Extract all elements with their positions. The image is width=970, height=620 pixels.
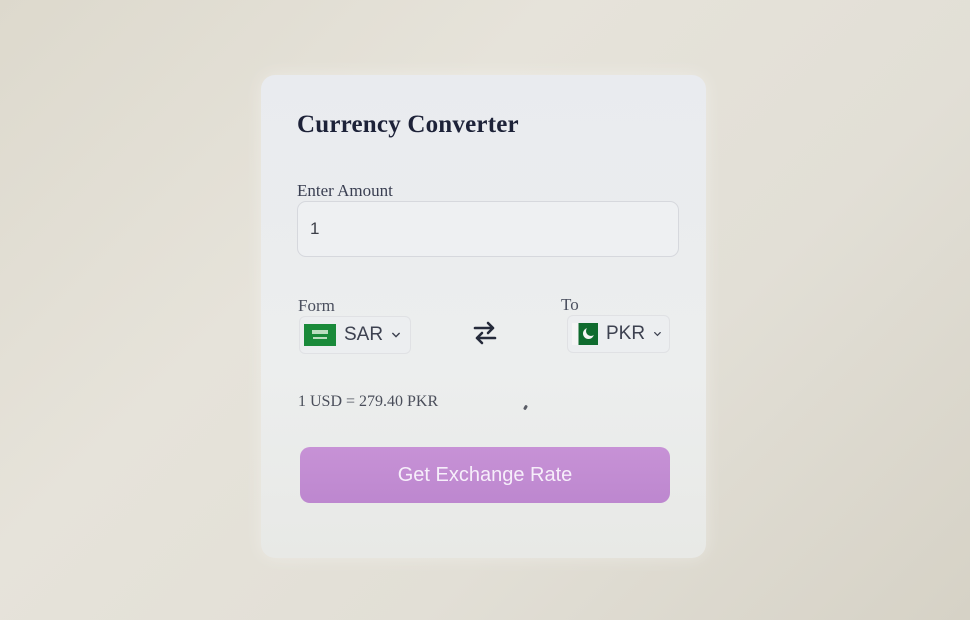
chevron-down-icon xyxy=(654,331,661,337)
get-exchange-rate-button[interactable]: Get Exchange Rate xyxy=(300,447,670,503)
chevron-down-icon xyxy=(392,332,400,338)
to-label: To xyxy=(561,295,579,314)
to-currency-code: PKR xyxy=(606,323,646,344)
converter-card: Currency Converter Enter Amount Form SAR… xyxy=(261,75,706,558)
to-currency-select[interactable]: PKR xyxy=(567,315,670,353)
saudi-arabia-flag-icon xyxy=(304,324,336,346)
from-label: Form xyxy=(298,296,335,315)
page-title: Currency Converter xyxy=(297,111,519,138)
cursor-mark xyxy=(522,404,529,411)
from-currency-select[interactable]: SAR xyxy=(299,316,411,354)
pakistan-flag-icon xyxy=(572,323,598,345)
amount-input[interactable] xyxy=(297,201,679,257)
amount-label: Enter Amount xyxy=(297,181,393,200)
swap-arrows-icon[interactable] xyxy=(471,319,499,347)
exchange-rate-text: 1 USD = 279.40 PKR xyxy=(298,393,439,410)
from-currency-code: SAR xyxy=(344,324,384,345)
